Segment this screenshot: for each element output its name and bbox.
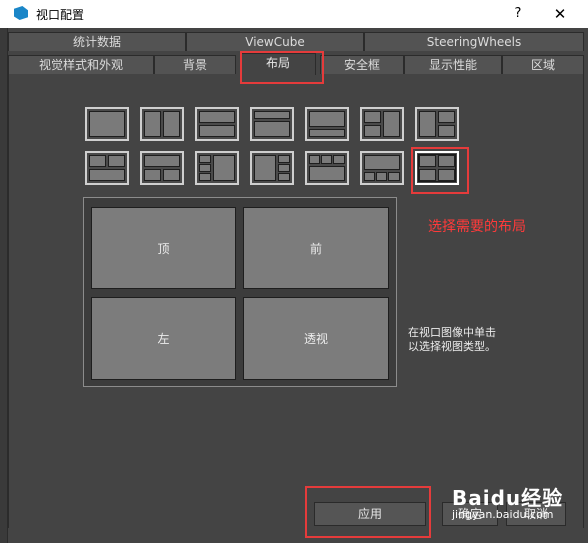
- layout-cell: [144, 155, 180, 167]
- layout-option-4[interactable]: [250, 107, 294, 141]
- tab-statistics[interactable]: 统计数据: [8, 32, 186, 51]
- layout-option-1[interactable]: [85, 107, 129, 141]
- tab-safe-frame[interactable]: 安全框: [320, 55, 404, 74]
- layout-cell: [278, 155, 290, 163]
- layout-cell: [89, 169, 125, 181]
- tab-layout[interactable]: 布局: [240, 53, 316, 75]
- viewport-perspective[interactable]: 透视: [243, 297, 389, 380]
- layout-cell: [364, 172, 375, 181]
- window-edge: [0, 28, 8, 543]
- layout-cell: [144, 169, 161, 181]
- layout-cell: [438, 125, 455, 137]
- layout-cell: [364, 125, 381, 137]
- layout-cell: [163, 111, 180, 137]
- watermark-url: jingyan.baidu.com: [452, 508, 554, 521]
- annotation-text: 选择需要的布局: [428, 219, 526, 235]
- layout-cell: [254, 155, 276, 181]
- viewport-left[interactable]: 左: [91, 297, 236, 380]
- layout-cell: [254, 111, 290, 119]
- layout-cell: [309, 111, 345, 127]
- layout-option-14-selected[interactable]: [415, 151, 459, 185]
- viewport-front[interactable]: 前: [243, 207, 389, 289]
- layout-cell: [438, 111, 455, 123]
- layout-cell: [438, 155, 455, 167]
- layout-cell: [309, 166, 345, 181]
- layout-option-12[interactable]: [305, 151, 349, 185]
- tab-display-performance[interactable]: 显示性能: [404, 55, 502, 74]
- close-button[interactable]: ✕: [548, 4, 572, 24]
- layout-option-9[interactable]: [140, 151, 184, 185]
- viewport-top[interactable]: 顶: [91, 207, 236, 289]
- layout-option-5[interactable]: [305, 107, 349, 141]
- baidu-watermark: Baidu经验 jingyan.baidu.com: [452, 482, 582, 532]
- layout-cell: [199, 125, 235, 137]
- layout-cell: [438, 169, 455, 181]
- layout-cell: [419, 155, 436, 167]
- layout-cell: [163, 169, 180, 181]
- layout-cell: [199, 155, 211, 163]
- layout-cell: [199, 111, 235, 123]
- hint-line-2: 以选择视图类型。: [408, 340, 496, 353]
- layout-cell: [108, 155, 125, 167]
- layout-cell: [278, 173, 290, 181]
- tab-steeringwheels[interactable]: SteeringWheels: [364, 32, 584, 51]
- watermark-logo: Baidu经验: [452, 486, 564, 510]
- layout-cell: [388, 172, 400, 181]
- layout-cell: [364, 155, 400, 170]
- layout-cell: [199, 173, 211, 181]
- tab-regions[interactable]: 区域: [502, 55, 584, 74]
- layout-cell: [419, 111, 436, 137]
- apply-button[interactable]: 应用: [314, 502, 426, 526]
- layout-cell: [376, 172, 387, 181]
- layout-cell: [419, 169, 436, 181]
- layout-cell: [254, 121, 290, 137]
- tab-viewcube[interactable]: ViewCube: [186, 32, 364, 51]
- layout-cell: [309, 129, 345, 137]
- layout-option-8[interactable]: [85, 151, 129, 185]
- app-logo-icon: [14, 6, 28, 20]
- layout-option-10[interactable]: [195, 151, 239, 185]
- layout-cell: [213, 155, 235, 181]
- layout-cell: [333, 155, 345, 164]
- layout-option-6[interactable]: [360, 107, 404, 141]
- title-bar: 视口配置 ? ✕: [0, 0, 588, 28]
- layout-option-11[interactable]: [250, 151, 294, 185]
- layout-cell: [383, 111, 400, 137]
- tab-background[interactable]: 背景: [154, 55, 236, 74]
- layout-option-13[interactable]: [360, 151, 404, 185]
- viewport-layout-preview: 顶 前 左 透视: [83, 197, 397, 387]
- layout-cell: [278, 164, 290, 172]
- help-button[interactable]: ?: [508, 4, 528, 24]
- layout-option-2[interactable]: [140, 107, 184, 141]
- tab-visual-style[interactable]: 视觉样式和外观: [8, 55, 154, 74]
- hint-text: 在视口图像中单击 以选择视图类型。: [408, 326, 528, 354]
- layout-cell: [89, 155, 106, 167]
- layout-cell: [199, 164, 211, 172]
- layout-cell: [309, 155, 320, 164]
- window-title: 视口配置: [36, 8, 85, 22]
- layout-option-3[interactable]: [195, 107, 239, 141]
- layout-cell: [89, 111, 125, 137]
- layout-cell: [321, 155, 332, 164]
- hint-line-1: 在视口图像中单击: [408, 326, 496, 339]
- layout-cell: [144, 111, 161, 137]
- layout-cell: [364, 111, 381, 123]
- layout-option-7[interactable]: [415, 107, 459, 141]
